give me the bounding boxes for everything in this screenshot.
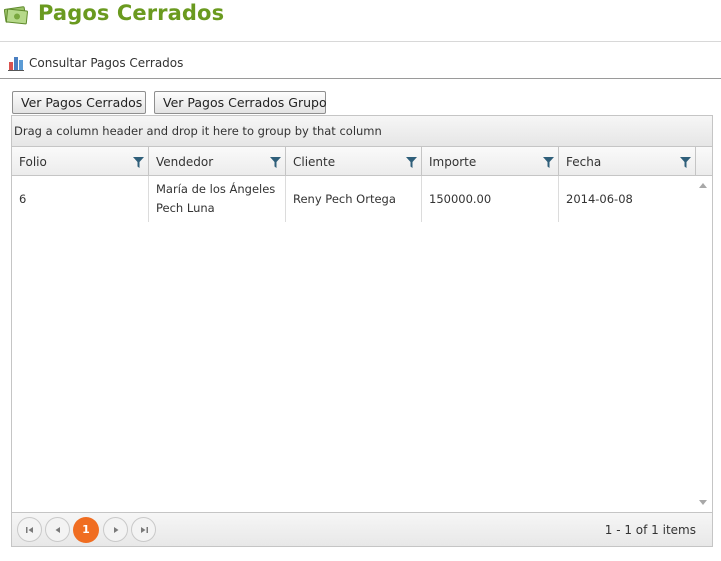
- column-header-cliente[interactable]: Cliente: [286, 147, 422, 175]
- ver-pagos-cerrados-grupo-button[interactable]: Ver Pagos Cerrados Grupo: [154, 91, 327, 114]
- filter-icon[interactable]: [543, 157, 554, 168]
- first-page-button[interactable]: [17, 517, 42, 542]
- vertical-scrollbar[interactable]: [695, 176, 712, 512]
- last-page-icon: [141, 527, 148, 533]
- column-label: Vendedor: [156, 155, 214, 169]
- filter-icon[interactable]: [680, 157, 691, 168]
- bar-chart-icon: [8, 57, 24, 71]
- cell-cliente: Reny Pech Ortega: [286, 176, 422, 222]
- prev-page-icon: [55, 527, 60, 533]
- group-drop-panel[interactable]: Drag a column header and drop it here to…: [12, 116, 712, 147]
- grid-header: Folio Vendedor Cliente Importe Fecha: [12, 147, 712, 176]
- page-header: Pagos Cerrados: [0, 0, 721, 42]
- consultar-pagos-link[interactable]: Consultar Pagos Cerrados: [29, 56, 183, 70]
- data-grid: Drag a column header and drop it here to…: [11, 115, 713, 547]
- filter-icon[interactable]: [406, 157, 417, 168]
- next-page-icon: [114, 527, 119, 533]
- table-row[interactable]: 6 María de los Ángeles Pech Luna Reny Pe…: [12, 176, 695, 222]
- cell-vendedor: María de los Ángeles Pech Luna: [149, 176, 286, 222]
- current-page-button[interactable]: 1: [73, 517, 99, 543]
- page-title: Pagos Cerrados: [38, 1, 225, 25]
- scroll-down-arrow-icon[interactable]: [699, 500, 707, 505]
- first-page-icon: [26, 527, 33, 533]
- cell-importe: 150000.00: [422, 176, 559, 222]
- column-header-fecha[interactable]: Fecha: [559, 147, 696, 175]
- next-page-button[interactable]: [103, 517, 128, 542]
- grid-body: 6 María de los Ángeles Pech Luna Reny Pe…: [12, 176, 712, 512]
- ver-pagos-cerrados-button[interactable]: Ver Pagos Cerrados: [12, 91, 146, 114]
- scrollbar-header-spacer: [695, 147, 712, 175]
- column-header-importe[interactable]: Importe: [422, 147, 559, 175]
- cell-folio: 6: [12, 176, 149, 222]
- filter-icon[interactable]: [270, 157, 281, 168]
- column-label: Importe: [429, 155, 477, 169]
- column-label: Fecha: [566, 155, 602, 169]
- pager-info: 1 - 1 of 1 items: [604, 523, 696, 537]
- action-bar: Consultar Pagos Cerrados: [0, 49, 721, 79]
- column-label: Folio: [19, 155, 47, 169]
- column-header-folio[interactable]: Folio: [12, 147, 149, 175]
- cell-fecha: 2014-06-08: [566, 191, 633, 206]
- column-header-vendedor[interactable]: Vendedor: [149, 147, 286, 175]
- pager: 1 1 - 1 of 1 items: [12, 512, 712, 546]
- money-icon: [4, 6, 28, 25]
- column-label: Cliente: [293, 155, 336, 169]
- scroll-up-arrow-icon[interactable]: [699, 183, 707, 188]
- last-page-button[interactable]: [131, 517, 156, 542]
- filter-icon[interactable]: [133, 157, 144, 168]
- prev-page-button[interactable]: [45, 517, 70, 542]
